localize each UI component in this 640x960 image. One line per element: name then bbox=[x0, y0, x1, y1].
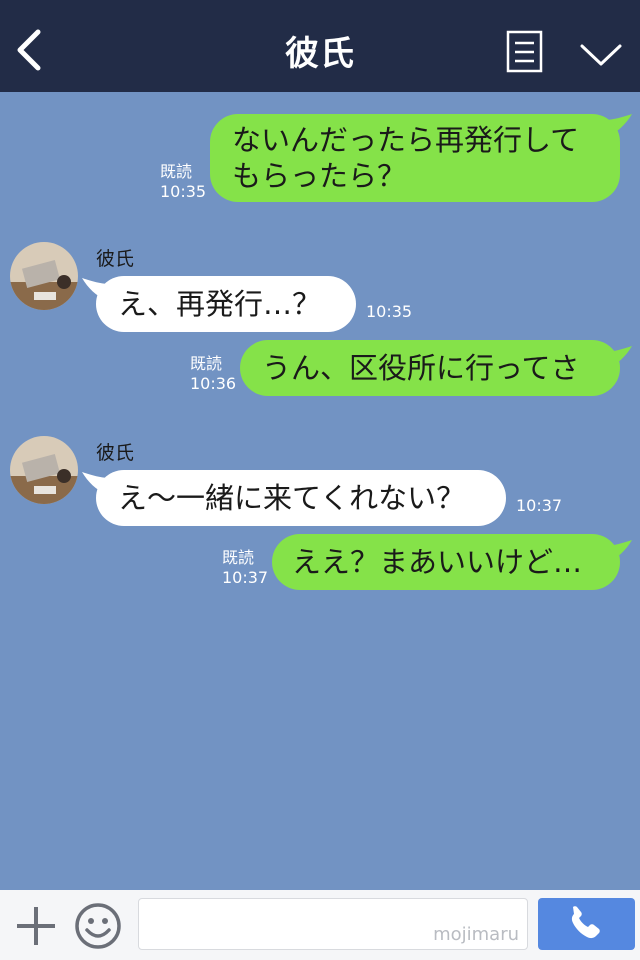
message-time: 10:35 bbox=[366, 302, 413, 321]
message-text: え、再発行…？ bbox=[118, 287, 322, 321]
message-meta: 既読 10:35 bbox=[160, 162, 206, 202]
avatar[interactable] bbox=[10, 436, 78, 504]
message-input[interactable]: mojimaru bbox=[138, 898, 528, 950]
message-bubble[interactable]: え〜一緒に来てくれない？ bbox=[96, 470, 506, 526]
menu-toggle-button[interactable] bbox=[578, 36, 624, 70]
message-text: うん、区役所に行ってさ bbox=[262, 351, 580, 385]
read-receipt: 既読 bbox=[190, 354, 223, 373]
plus-icon bbox=[17, 907, 55, 945]
message-time: 10:37 bbox=[516, 496, 563, 515]
message-meta: 既読 10:36 bbox=[190, 354, 236, 394]
sender-name: 彼氏 bbox=[96, 248, 135, 270]
emoji-icon bbox=[75, 903, 121, 949]
message-bubble[interactable]: ないんだったら再発行して もらったら？ bbox=[210, 114, 620, 202]
avatar-image bbox=[10, 242, 78, 310]
avatar-image bbox=[10, 436, 78, 504]
message-time: 10:35 bbox=[160, 182, 207, 201]
message-text: ええ？まあいいけど… bbox=[292, 545, 583, 579]
sender-name: 彼氏 bbox=[96, 442, 135, 464]
phone-icon bbox=[571, 906, 600, 939]
message-meta: 既読 10:37 bbox=[222, 548, 268, 588]
message-text: え〜一緒に来てくれない？ bbox=[118, 481, 466, 515]
message-row-outgoing: 既読 10:35 ないんだったら再発行して もらったら？ bbox=[0, 114, 640, 204]
add-button[interactable] bbox=[14, 904, 58, 948]
chat-area[interactable]: 既読 10:35 ないんだったら再発行して もらったら？ 彼氏 え、再発行…？ bbox=[0, 92, 640, 890]
message-bubble[interactable]: え、再発行…？ bbox=[96, 276, 356, 332]
emoji-button[interactable] bbox=[74, 902, 122, 950]
watermark: mojimaru bbox=[433, 924, 519, 945]
message-row-outgoing: 既読 10:36 うん、区役所に行ってさ bbox=[0, 340, 640, 400]
chat-title: 彼氏 bbox=[285, 34, 355, 74]
message-line: もらったら？ bbox=[232, 159, 407, 193]
message-time: 10:36 bbox=[190, 374, 237, 393]
notes-button[interactable] bbox=[506, 30, 544, 74]
message-bubble[interactable]: ええ？まあいいけど… bbox=[272, 534, 620, 590]
notes-icon bbox=[506, 30, 543, 73]
message-time: 10:37 bbox=[222, 568, 269, 587]
message-line: ないんだったら再発行して bbox=[232, 123, 580, 157]
read-receipt: 既読 bbox=[160, 162, 193, 181]
call-button[interactable] bbox=[538, 898, 635, 950]
message-row-incoming: 彼氏 え〜一緒に来てくれない？ bbox=[0, 436, 640, 536]
input-bar: mojimaru bbox=[0, 890, 640, 960]
message-bubble[interactable]: うん、区役所に行ってさ bbox=[240, 340, 620, 396]
chevron-down-icon bbox=[580, 44, 622, 66]
chat-header: 彼氏 bbox=[0, 0, 640, 92]
message-row-outgoing: 既読 10:37 ええ？まあいいけど… bbox=[0, 534, 640, 594]
message-row-incoming: 彼氏 え、再発行…？ bbox=[0, 242, 640, 342]
read-receipt: 既読 bbox=[222, 548, 255, 567]
avatar[interactable] bbox=[10, 242, 78, 310]
